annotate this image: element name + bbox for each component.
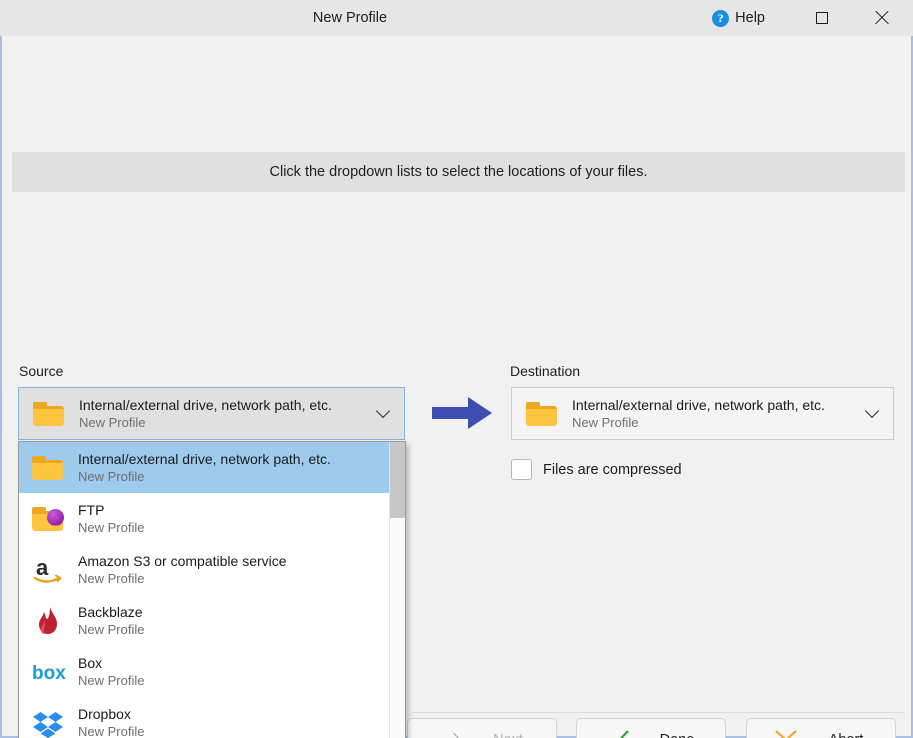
dropdown-option-title: Amazon S3 or compatible service	[78, 552, 287, 569]
abort-label: Abort	[824, 732, 868, 738]
files-are-compressed-checkbox[interactable]: Files are compressed	[511, 459, 682, 480]
window-title: New Profile	[312, 10, 388, 26]
arrow-right-icon	[432, 396, 494, 430]
dropdown-option-amazon-s3[interactable]: a Amazon S3 or compatible service New Pr…	[19, 544, 390, 595]
done-label: Done	[655, 732, 699, 738]
dropdown-option-subtitle: New Profile	[78, 468, 145, 484]
dropdown-option-title: Dropbox	[78, 705, 131, 722]
dropdown-option-ftp[interactable]: FTP New Profile	[19, 493, 390, 544]
dropdown-scrollbar[interactable]	[389, 442, 405, 738]
dropdown-option-subtitle: New Profile	[78, 621, 145, 637]
button-bar-divider	[412, 712, 905, 713]
cross-icon	[774, 729, 798, 738]
svg-text:a: a	[36, 555, 49, 580]
help-button[interactable]: ? Help	[712, 8, 765, 28]
close-button[interactable]	[859, 0, 905, 36]
destination-selected-subtitle: New Profile	[572, 414, 639, 430]
svg-text:box: box	[32, 663, 66, 684]
check-icon	[603, 729, 629, 738]
source-dropdown-list: Internal/external drive, network path, e…	[19, 442, 390, 738]
source-label: Source	[19, 363, 64, 379]
dropdown-option-subtitle: New Profile	[78, 672, 145, 688]
dropdown-option-subtitle: New Profile	[78, 570, 145, 586]
maximize-button[interactable]	[799, 0, 845, 36]
title-bar: New Profile ? Help	[0, 0, 913, 36]
done-button[interactable]: Done	[576, 718, 726, 738]
destination-combobox[interactable]: Internal/external drive, network path, e…	[511, 387, 894, 440]
window-body: Click the dropdown lists to select the l…	[0, 36, 913, 738]
arrow-right-icon	[434, 732, 460, 738]
new-profile-window: New Profile ? Help Click the dropdown li…	[0, 0, 913, 738]
backblaze-icon	[32, 606, 68, 636]
box-icon: box	[32, 657, 68, 687]
instruction-text: Click the dropdown lists to select the l…	[269, 164, 648, 180]
instruction-banner: Click the dropdown lists to select the l…	[12, 152, 905, 192]
folder-ftp-icon	[32, 504, 68, 534]
dropdown-option-title: FTP	[78, 501, 105, 518]
dropdown-option-dropbox[interactable]: Dropbox New Profile	[19, 697, 390, 738]
source-combobox[interactable]: Internal/external drive, network path, e…	[18, 387, 405, 440]
source-selected-title: Internal/external drive, network path, e…	[79, 396, 332, 413]
dropdown-scrollbar-thumb[interactable]	[390, 442, 405, 518]
checkbox-box[interactable]	[511, 459, 532, 480]
chevron-down-icon	[866, 406, 879, 419]
source-selected-subtitle: New Profile	[79, 414, 146, 430]
next-label: Next	[486, 732, 530, 738]
next-button[interactable]: Next	[407, 718, 557, 738]
amazon-icon: a	[32, 555, 68, 585]
close-icon	[874, 10, 890, 26]
folder-icon	[526, 401, 558, 427]
help-icon: ?	[712, 9, 730, 27]
dropdown-option-title: Backblaze	[78, 603, 143, 620]
dropdown-option-backblaze[interactable]: Backblaze New Profile	[19, 595, 390, 646]
source-dropdown-popup: Internal/external drive, network path, e…	[18, 441, 406, 738]
dropdown-option-title: Internal/external drive, network path, e…	[78, 450, 331, 467]
destination-label: Destination	[510, 363, 581, 379]
maximize-icon	[816, 12, 828, 24]
help-label: Help	[735, 10, 765, 26]
dropbox-icon	[32, 708, 68, 738]
destination-selected-title: Internal/external drive, network path, e…	[572, 396, 825, 413]
dropdown-option-title: Box	[78, 654, 103, 671]
chevron-down-icon	[377, 406, 390, 419]
folder-icon	[32, 453, 68, 483]
dropdown-option-subtitle: New Profile	[78, 723, 145, 738]
dropdown-option-subtitle: New Profile	[78, 519, 145, 535]
files-are-compressed-label: Files are compressed	[543, 461, 682, 478]
folder-icon	[33, 401, 65, 427]
dropdown-option-box[interactable]: box Box New Profile	[19, 646, 390, 697]
abort-button[interactable]: Abort	[746, 718, 896, 738]
dropdown-option-internal-drive[interactable]: Internal/external drive, network path, e…	[19, 442, 390, 493]
